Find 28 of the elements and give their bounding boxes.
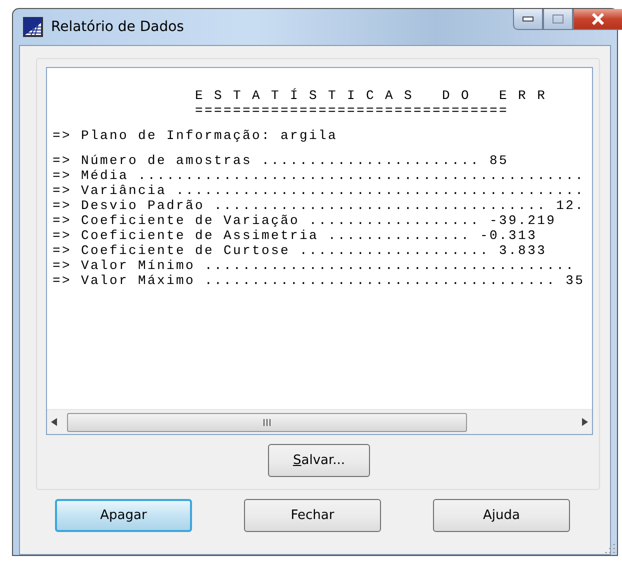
report-line: => Valor Mínimo ....................................... [52,258,576,273]
app-icon [23,17,43,37]
minimize-icon [522,16,534,22]
report-line: => Número de amostras ....................... 85 [52,153,510,168]
report-line: => Desvio Padrão ................................... 12. [52,198,586,213]
dialog-button[interactable]: Ajuda [433,499,570,532]
close-icon [591,13,605,25]
report-line: => Média ............................................... [52,168,586,183]
scrollbar-thumb[interactable] [66,412,466,432]
minimize-button[interactable] [513,9,543,30]
scroll-right-icon[interactable] [582,418,588,426]
resize-grip-icon[interactable] [605,543,615,553]
report-line: => Coeficiente de Assimetria ............... -0.313 [52,228,538,243]
close-button[interactable] [573,9,622,30]
report-line: => Valor Máximo ..................................... 35 [52,273,586,288]
report-line: E S T A T Í S T I C A S D O E R R [194,88,548,103]
report-line: => Coeficiente de Curtose .................... 3.833 [52,243,548,258]
report-line: ================================= [194,103,510,118]
scroll-left-icon[interactable] [50,418,56,426]
report-text-area[interactable] [46,67,592,435]
maximize-icon [552,14,564,24]
window-title: Relatório de Dados [51,19,184,35]
dialog-button[interactable]: Fechar [244,499,381,532]
report-line: => Plano de Informação: argila [52,128,339,143]
save-button[interactable]: Salvar... [268,444,370,477]
report-line: => Coeficiente de Variação .................. -39.219 [52,213,558,228]
dialog-button[interactable]: Apagar [55,499,192,532]
report-line: => Variância ........................................... [52,183,586,198]
